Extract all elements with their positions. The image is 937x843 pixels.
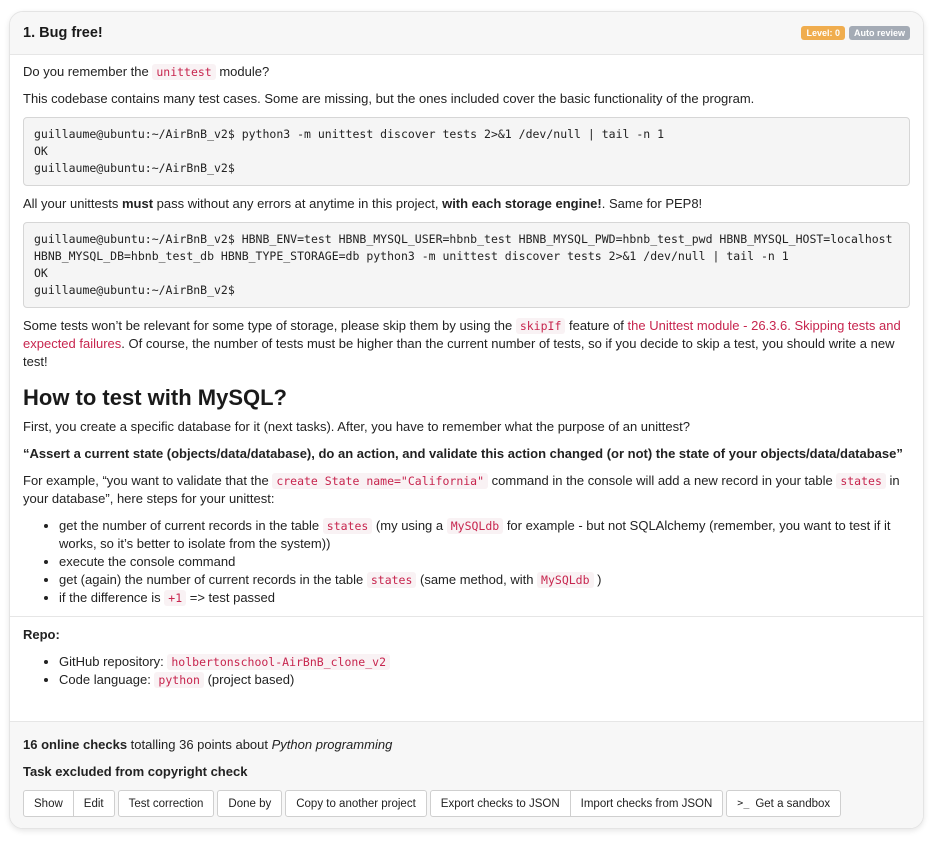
step-text: )	[593, 572, 602, 587]
step-text: get the number of current records in the…	[59, 518, 323, 533]
copy-project-button[interactable]: Copy to another project	[285, 790, 427, 817]
checks-summary: 16 online checks totalling 36 points abo…	[23, 736, 910, 754]
show-button[interactable]: Show	[23, 790, 74, 817]
step-text: => test passed	[186, 590, 276, 605]
edit-button[interactable]: Edit	[73, 790, 115, 817]
button-group-copy: Copy to another project	[285, 790, 427, 817]
intro-text: Some tests won’t be relevant for some ty…	[23, 318, 516, 333]
intro-paragraph-4: Some tests won’t be relevant for some ty…	[23, 317, 910, 371]
checks-topic: Python programming	[271, 737, 393, 752]
step-text: get (again) the number of current record…	[59, 572, 367, 587]
intro-text: All your unittests	[23, 196, 122, 211]
task-card: 1. Bug free! Level: 0 Auto review Do you…	[9, 11, 924, 829]
task-title: 1. Bug free!	[23, 25, 103, 41]
repo-item-github: GitHub repository: holbertonschool-AirBn…	[59, 653, 910, 671]
terminal-code-block-2: guillaume@ubuntu:~/AirBnB_v2$ HBNB_ENV=t…	[23, 222, 910, 308]
task-description: Do you remember the unittest module? Thi…	[10, 55, 923, 607]
button-group-test: Test correction	[117, 790, 215, 817]
emphasis-text: with each storage engine!	[442, 196, 602, 211]
list-item: get (again) the number of current record…	[59, 571, 910, 589]
export-json-button[interactable]: Export checks to JSON	[429, 790, 571, 817]
repo-label: GitHub repository:	[59, 654, 168, 669]
repo-list: GitHub repository: holbertonschool-AirBn…	[23, 653, 910, 689]
inline-code: states	[836, 473, 886, 489]
intro-paragraph-3: All your unittests must pass without any…	[23, 195, 910, 213]
inline-code: states	[322, 518, 373, 534]
list-item: if the difference is +1 => test passed	[59, 589, 910, 607]
step-text: (same method, with	[416, 572, 538, 587]
terminal-icon: >_	[737, 798, 750, 809]
intro-text: . Of course, the number of tests must be…	[23, 336, 895, 369]
list-item: execute the console command	[59, 553, 910, 571]
section-heading: How to test with MySQL?	[23, 385, 287, 410]
intro-text: module?	[215, 64, 270, 79]
checks-text: totalling 36 points about	[127, 737, 272, 752]
checks-footer: 16 online checks totalling 36 points abo…	[10, 721, 923, 828]
repo-title: Repo:	[23, 627, 60, 642]
inline-code: skipIf	[515, 318, 566, 334]
intro-text: pass without any errors at anytime in th…	[153, 196, 443, 211]
mysql-text: command in the console will add a new re…	[488, 473, 837, 488]
mysql-paragraph-2: For example, “you want to validate that …	[23, 472, 910, 508]
button-group-done: Done by	[217, 790, 283, 817]
inline-code: create State name="California"	[272, 473, 489, 489]
inline-code: +1	[164, 590, 187, 606]
intro-paragraph-1: Do you remember the unittest module?	[23, 63, 910, 81]
repo-section: Repo: GitHub repository: holbertonschool…	[10, 616, 923, 699]
emphasis-text: must	[122, 196, 154, 211]
copyright-text: Task excluded from copyright check	[23, 764, 248, 779]
inline-code: unittest	[152, 64, 216, 80]
step-text: if the difference is	[59, 590, 165, 605]
level-badge: Level: 0	[801, 26, 845, 40]
intro-text: Do you remember the	[23, 64, 153, 79]
terminal-code-block-1: guillaume@ubuntu:~/AirBnB_v2$ python3 -m…	[23, 117, 910, 186]
quote-text: “Assert a current state (objects/data/da…	[23, 446, 903, 461]
mysql-quote: “Assert a current state (objects/data/da…	[23, 445, 910, 463]
copyright-note: Task excluded from copyright check	[23, 763, 910, 781]
action-buttons: Show Edit Test correction Done by Copy t…	[23, 790, 910, 817]
review-badge: Auto review	[848, 26, 910, 40]
step-text: (my using a	[372, 518, 447, 533]
sandbox-label: Get a sandbox	[755, 797, 831, 810]
inline-code: states	[366, 572, 417, 588]
unittest-steps-list: get the number of current records in the…	[23, 517, 910, 607]
inline-code: MySQLdb	[537, 572, 594, 588]
task-header: 1. Bug free! Level: 0 Auto review	[10, 12, 923, 55]
button-group-view: Show Edit	[23, 790, 115, 817]
code-language: python	[154, 672, 204, 688]
mysql-text: For example, “you want to validate that …	[23, 473, 273, 488]
sandbox-button[interactable]: >_ Get a sandbox	[726, 790, 842, 817]
mysql-paragraph-1: First, you create a specific database fo…	[23, 419, 690, 434]
github-repo-name: holbertonschool-AirBnB_clone_v2	[167, 654, 391, 670]
inline-code: MySQLdb	[446, 518, 504, 534]
repo-label: Code language:	[59, 672, 155, 687]
button-group-json: Export checks to JSON Import checks from…	[429, 790, 724, 817]
import-json-button[interactable]: Import checks from JSON	[570, 790, 724, 817]
test-correction-button[interactable]: Test correction	[117, 790, 215, 817]
done-by-button[interactable]: Done by	[217, 790, 283, 817]
button-group-sandbox: >_ Get a sandbox	[726, 790, 842, 817]
repo-item-language: Code language: python (project based)	[59, 671, 910, 689]
intro-text: feature of	[565, 318, 628, 333]
repo-note: (project based)	[203, 672, 295, 687]
checks-count: 16 online checks	[23, 737, 128, 752]
intro-text: . Same for PEP8!	[601, 196, 703, 211]
list-item: get the number of current records in the…	[59, 517, 910, 553]
intro-paragraph-2: This codebase contains many test cases. …	[23, 91, 755, 106]
task-badges: Level: 0 Auto review	[801, 26, 910, 40]
